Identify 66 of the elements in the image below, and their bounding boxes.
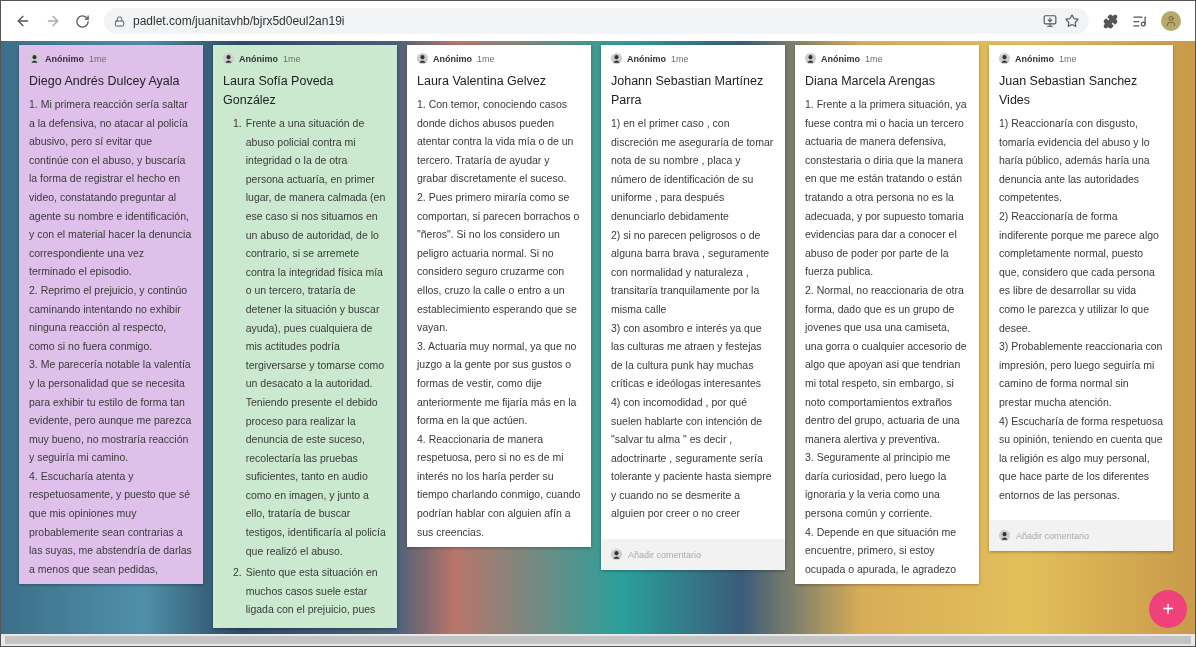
post-title: Laura Valentina Gelvez [417,73,548,90]
post-title: Diego Andrés Dulcey Ayala [29,73,181,90]
post-paragraph: 3. Me parecería notable la valentía y la personalidad que se necesita para exhibir tu estilo de forma tan evidente, pero aunque me parezca muy bueno, no mostraría reacción y seguiría mi camino. [29,357,193,466]
avatar-icon [611,53,622,64]
post-paragraph: 3. Seguramente al principio me daría curiosidad, pero luego la ignoraria y la veria como una persona común y corriente. [805,450,952,522]
media-list-icon[interactable] [1132,13,1147,29]
post-paragraph: 2) si no parecen peligrosos o de alguna barra brava , seguramente con normalidad y naturaleza , transitaría tranquilamente por la misma calle [611,227,771,317]
url-text: padlet.com/juanitavhb/bjrx5d0eul2an19i [133,14,345,28]
author-name: Anónimo [433,53,472,64]
post-time: 1me [671,53,689,64]
avatar-icon [999,530,1010,542]
post-paragraph: 1. Mi primera reacción sería saltar a la defensiva, no atacar al policía abusivo, pero sí evitar que continúe con el abuso, y buscaría la forma de registrar el hecho en video, constatando preguntar al agente su nombre e identificación, y con el material hacer la denuncia correspondiente una vez terminado el episodio. [29,97,193,280]
post-title: Laura Sofía Poveda González [223,73,335,109]
post-paragraph: 1) Reaccionaría con disgusto, tomaría evidencia del abuso y lo haría público, además haría una denuncia ante las autoridades competentes. [999,116,1151,206]
star-icon[interactable] [1065,14,1079,28]
post-title: Johann Sebastian Martínez Parra [611,73,765,109]
post-title: Diana Marcela Arengas [805,73,936,90]
comment-bar[interactable]: Añadir comentario [989,520,1173,552]
author-name: Anónimo [239,53,278,64]
avatar-icon [29,53,40,64]
author-name: Anónimo [45,53,84,64]
post-paragraph: Frente a una situación de abuso policial contra mi integridad o la de otra persona actuaría, en primer lugar, de manera calmada (en ese caso si nos situamos en un abuso de autoridad, de lo contrario, si se arremete contra la integridad física mía o un tercero, trataría de detener la situación y buscar ayuda), pues cualquiera de mis actitudes podría tergiversarse y tomarse como un desacato a la autoridad. Teniendo presente el debido proceso para realizar la denuncia de este suceso, recolectaría las pruebas suficientes, tanto en audio como en imagen, y junto a ello, trataría de buscar testigos, identificaría al policía que realizó el abuso. [245,116,387,559]
post-time: 1me [477,53,495,64]
lock-icon [114,15,125,27]
comment-bar[interactable]: Añadir comentario [601,539,785,571]
post-time: 1me [1059,53,1077,64]
post-paragraph: 4. Depende en que situación me encuentre, primero, si estoy ocupada o apurada, le agradezo [805,524,958,577]
post-paragraph: 1. Frente a la primera situación, ya fuese contra mi o hacia un tercero actuaria de manera defensiva, constestaria o diria que la manera en que me están tratando o están tratando a otra persona no es la adecuada, y por supuesto tomaria evidencias para dar a conocer el abuso de poder por parte de la fuerza publica. [805,97,968,280]
post-paragraph: 3) con asombro e interés ya que las culturas me atraen y festejas de la cultura punk hay muchas críticas e ideólogas interesantes [611,320,763,392]
post-title: Juan Sebastian Sanchez Vides [999,73,1139,109]
post-paragraph: 2. Pues primero miraría como se comportan, si parecen borrachos o "ñeros". Si no los considero un peligro actuaria normal. Si no considero seguro cruzarme con ellos, cruzo la calle o entro a un establecimiento esperando que se vayan. [417,189,581,336]
post-paragraph: Siento que esta situación en muchos casos suele estar ligada con el prejuicio, pues [245,565,379,618]
post-paragraph: 2. Normal, no reaccionaria de otra forma, dado que es un grupo de jovenes que usa una camiseta, una gorra o cualquier accesorio de algo que apoyan asi que tendrian mi total respeto, sin embargo, si noto comportamientos extraños dentro del grupo, actuaria de una manera alertiva y preventiva. [805,282,968,447]
post-paragraph: 4) con incomodidad , por qué suelen hablarte con intención de "salvar tu alma " es decir , adoctrinarte , seguramente sería tolerante y paciente hasta siempre y cuando no se desmerite a alguien por creer o no creer [611,394,773,522]
avatar-icon [805,53,816,64]
post-paragraph: 2. Reprimo el prejuicio, y continúo caminando intentando no exhibir ninguna reacción al respecto, como si no fuera conmigo. [29,282,189,354]
post-time: 1me [89,53,107,64]
post-paragraph: 3. Actuaria muy normal, ya que no juzgo a la gente por sus gustos o formas de vestir, como dije anteriormente me fijaría más en la forma en la que actúen. [417,338,578,429]
horizontal-scrollbar[interactable] [1,634,1195,646]
post-paragraph: 4. Reaccionaria de manera respetuosa, pero si no es de mi interés no los haría perder su tiempo charlando conmigo, cuando podrían hablar con alguien afín a sus creencias. [417,431,581,540]
avatar-icon [611,549,622,561]
comment-placeholder: Añadir comentario [628,549,702,560]
post-paragraph: 4. Escucharía atenta y respetuosamente, y puesto que sé que mis opiniones muy probablemente sean contrarias a las suyas, me abstendría de darlas a menos que sean pedidas, [29,468,193,577]
avatar-icon [417,53,428,64]
author-name: Anónimo [627,53,666,64]
post-paragraph: 3) Probablemente reaccionaria con impresión, pero luego seguiría mi camino de forma normal sin prestar mucha atención. [999,339,1163,410]
post-paragraph: 1. Con temor, conociendo casos donde dichos abusos pueden atentar contra la vida mía o de un tercero. Trataría de ayudar y grabar discretamente el suceso. [417,97,575,187]
post-paragraph: 2) Reaccionaría de forma indiferente porque me parece algo completamente normal, puesto que, considero que cada persona es libre de desarrollar su vida como le parezca y utilizar lo que desee. [999,208,1160,336]
puzzle-icon[interactable] [1103,13,1118,29]
back-icon[interactable] [15,13,31,29]
author-name: Anónimo [821,53,860,64]
install-icon[interactable] [1043,14,1057,28]
post-paragraph: 1) en el primer caso , con discreción me aseguraría de tomar nota de su nombre , placa y número de identificación de su uniforme , para después denunciarlo debidamente [611,116,775,224]
profile-avatar[interactable] [1161,11,1181,31]
post-time: 1me [865,53,883,64]
add-post-button[interactable]: + [1149,590,1187,628]
list-number: 2. [233,565,242,581]
reload-icon[interactable] [75,13,90,29]
comment-placeholder: Añadir comentario [1016,530,1090,541]
avatar-icon [999,53,1010,64]
author-name: Anónimo [1015,53,1054,64]
avatar-icon [223,53,234,64]
post-paragraph: 4) Escucharía de forma respetuosa su opinión, teniendo en cuenta que la religión es algo muy personal, que hace parte de los diferentes entornos de las personas. [999,413,1163,503]
list-number: 1. [233,116,242,131]
address-bar[interactable]: padlet.com/juanitavhb/bjrx5d0eul2an19i [104,8,1089,34]
post-time: 1me [283,53,301,64]
